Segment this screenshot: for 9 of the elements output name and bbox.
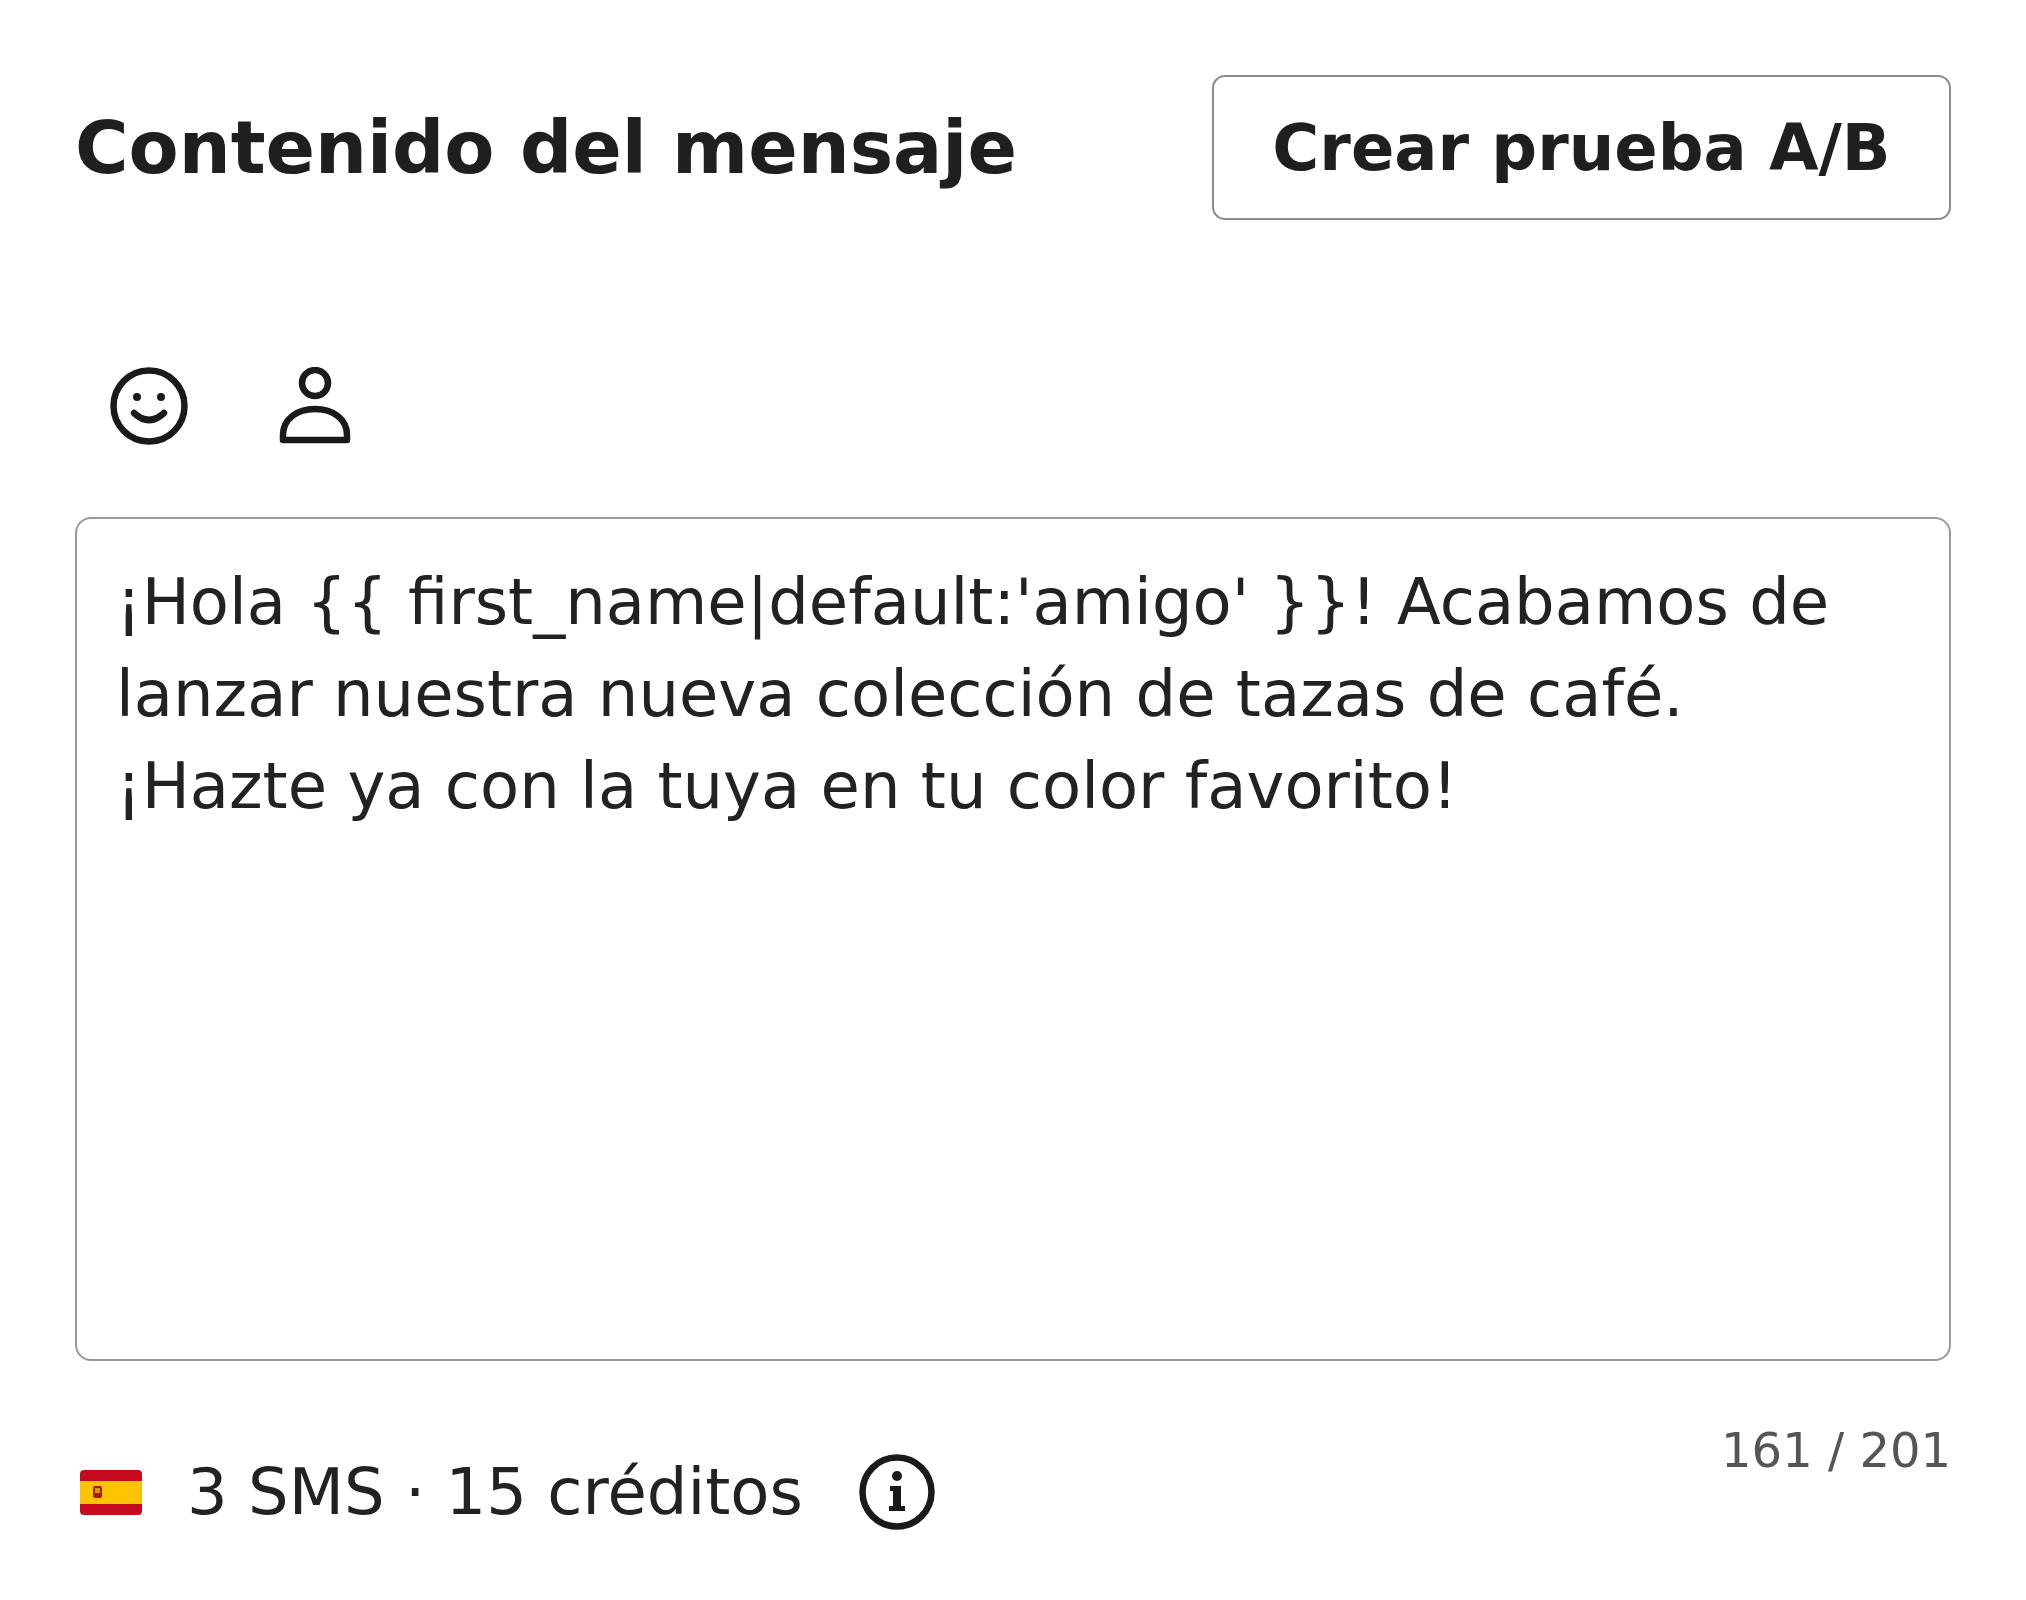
character-count: 161 / 201 xyxy=(1721,1421,1951,1479)
spain-flag-icon xyxy=(80,1469,142,1515)
message-textarea[interactable]: ¡Hola {{ first_name|default:'amigo' }}! Acabamos de lanzar nuestra nueva colección de tazas de café. ¡Hazte ya con la tuya en tu color favorito! xyxy=(75,517,1951,1361)
smiley-icon[interactable] xyxy=(110,367,188,445)
section-title: Contenido del mensaje xyxy=(75,103,1017,192)
info-icon[interactable] xyxy=(858,1454,935,1530)
person-icon[interactable] xyxy=(279,367,351,445)
sms-credits-summary: 3 SMS · 15 créditos xyxy=(187,1454,803,1530)
ab-test-button[interactable]: Crear prueba A/B xyxy=(1212,75,1951,220)
